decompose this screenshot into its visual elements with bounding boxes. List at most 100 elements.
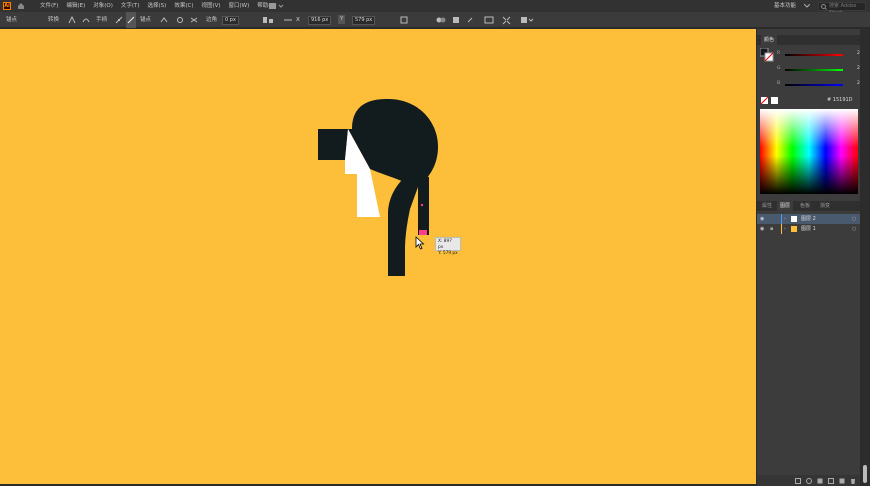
anchor2-label: 锚点 [140, 17, 152, 23]
convert-label: 转换 [48, 17, 60, 23]
new-sublayer-icon[interactable] [828, 477, 834, 484]
layer-color-bar [781, 224, 782, 234]
anchor-point [420, 203, 424, 207]
y-input[interactable]: 579 px [352, 12, 376, 28]
panel-menu-icon[interactable] [520, 12, 534, 28]
color-spectrum[interactable] [760, 109, 858, 194]
tab-swatches[interactable]: 色板 [797, 201, 813, 211]
corner-label: 边角 [206, 17, 218, 23]
selected-anchor [419, 230, 427, 235]
b-label: B [777, 81, 781, 86]
workspace-switcher-icon[interactable] [268, 2, 284, 10]
eye-icon[interactable]: ◉ [760, 224, 764, 234]
isolate-icon[interactable] [400, 12, 408, 28]
g-slider[interactable]: G 29 [777, 66, 863, 74]
hex-field[interactable]: # 15191D [827, 97, 853, 103]
anchor-label: 锚点 [6, 17, 18, 23]
color-panel-header: 颜色 [757, 35, 860, 45]
eye-icon[interactable]: ◉ [760, 214, 764, 224]
convert-corner-icon[interactable] [68, 12, 76, 28]
main-menu: 文件(F) 编辑(E) 对象(O) 文字(T) 选择(S) 效果(C) 视图(V… [40, 0, 277, 12]
tooltip-x: X: 897 px [438, 239, 452, 250]
layer-thumbnail [791, 216, 797, 222]
handle-label: 手柄 [96, 17, 108, 23]
menu-view[interactable]: 视图(V) [201, 0, 220, 12]
x-input[interactable]: 916 px [308, 12, 332, 28]
corner-value[interactable]: 0 px [222, 15, 239, 25]
arrange-icon[interactable] [484, 12, 494, 28]
b-slider[interactable]: B 29 [777, 81, 863, 89]
tab-color[interactable]: 颜色 [761, 35, 778, 45]
y-value[interactable]: 579 px [352, 15, 376, 25]
right-panel-dock: 颜色 R 21 G 29 B 29 # 15191D 属性 图层 色板 渐变 ◉… [757, 29, 863, 486]
layer-name[interactable]: 图层 2 [801, 214, 816, 224]
layers-footer [757, 475, 860, 486]
corner-input[interactable]: 0 px [222, 12, 239, 28]
cut-path-icon[interactable] [190, 12, 198, 28]
y-label: Y [338, 15, 346, 24]
x-value[interactable]: 916 px [308, 15, 332, 25]
artwork[interactable] [0, 29, 756, 485]
stock-search-input[interactable]: 搜索 Adobe Stock [818, 1, 866, 16]
home-icon[interactable] [17, 2, 25, 10]
layer-row[interactable]: ◉ ▪ › 图层 1 ○ [757, 224, 860, 234]
neck-shape [388, 179, 418, 276]
menu-effect[interactable]: 效果(C) [174, 0, 193, 12]
g-label: G [777, 66, 781, 71]
panel-fill-stroke-swatch[interactable] [760, 48, 774, 62]
lock-icon[interactable]: ▪ [770, 224, 773, 234]
b-track[interactable] [785, 84, 843, 86]
coordinate-tooltip: X: 897 px Y: 579 px [435, 237, 461, 256]
menu-object[interactable]: 对象(O) [93, 0, 113, 12]
menu-file[interactable]: 文件(F) [40, 0, 58, 12]
layer-color-bar [781, 214, 782, 224]
tab-properties[interactable]: 属性 [759, 201, 775, 211]
menu-type[interactable]: 文字(T) [121, 0, 140, 12]
hair-shape [318, 99, 438, 187]
hide-handles-icon[interactable] [126, 12, 136, 28]
tab-gradient[interactable]: 渐变 [817, 201, 833, 211]
expand-arrow-icon[interactable]: › [784, 224, 786, 234]
clipping-mask-icon[interactable] [817, 478, 823, 484]
target-icon[interactable]: ○ [852, 214, 856, 224]
g-track[interactable] [785, 69, 843, 71]
menu-bar: Ai 文件(F) 编辑(E) 对象(O) 文字(T) 选择(S) 效果(C) 视… [0, 0, 870, 16]
cursor-arrow-icon [415, 236, 425, 250]
mask-icon[interactable] [452, 12, 460, 28]
show-handles-icon[interactable] [115, 12, 123, 28]
locate-object-icon[interactable] [806, 477, 812, 484]
connect-anchor-icon[interactable] [176, 12, 184, 28]
r-track[interactable] [785, 54, 843, 56]
tooltip-y: Y: 579 px [438, 251, 458, 256]
expand-arrow-icon[interactable]: › [784, 214, 786, 224]
workspace-label[interactable]: 基本功能 [774, 0, 796, 12]
layer-name[interactable]: 图层 1 [801, 224, 816, 234]
none-white-swatches[interactable] [761, 97, 779, 105]
layer-thumbnail [791, 226, 797, 232]
artboard-canvas[interactable]: X: 897 px Y: 579 px [0, 29, 756, 485]
scrollbar-thumb[interactable] [863, 465, 867, 483]
hex-value[interactable]: 15191D [833, 97, 853, 103]
chevron-down-icon[interactable] [804, 4, 810, 8]
r-slider[interactable]: R 21 [777, 51, 863, 59]
distribute-icon[interactable] [283, 12, 293, 28]
menubar-right: 基本功能 搜索 Adobe Stock [774, 0, 866, 16]
r-label: R [777, 51, 781, 56]
expand-icon[interactable] [502, 12, 511, 28]
export-icon[interactable] [795, 477, 801, 484]
vertical-scrollbar[interactable] [860, 29, 870, 486]
menu-edit[interactable]: 编辑(E) [66, 0, 85, 12]
recolor-icon[interactable] [436, 12, 446, 28]
menu-window[interactable]: 窗口(W) [229, 0, 250, 12]
remove-anchor-icon[interactable] [160, 12, 168, 28]
menu-select[interactable]: 选择(S) [148, 0, 167, 12]
convert-smooth-icon[interactable] [82, 12, 90, 28]
transform-icon[interactable] [466, 12, 474, 28]
tab-layers[interactable]: 图层 [777, 201, 794, 211]
new-layer-icon[interactable] [839, 478, 845, 484]
layers-panel-header: 属性 图层 色板 渐变 [757, 201, 860, 211]
target-icon[interactable]: ○ [852, 224, 856, 234]
align-icon[interactable] [262, 12, 274, 28]
trash-icon[interactable] [850, 478, 856, 484]
layer-row[interactable]: ◉ › 图层 2 ○ [757, 214, 860, 224]
